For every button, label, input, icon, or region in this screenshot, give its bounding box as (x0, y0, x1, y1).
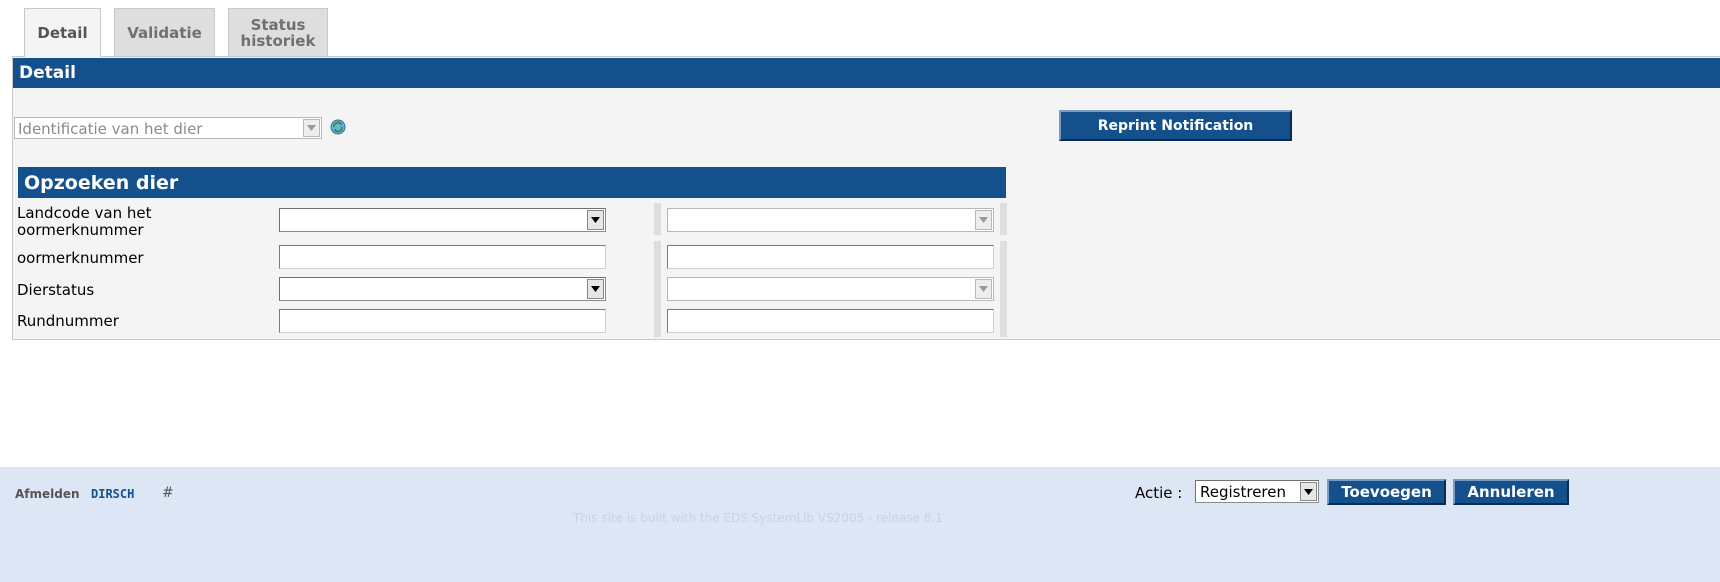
tab-validatie-label: Validatie (127, 23, 202, 42)
oormerknummer-input[interactable] (279, 245, 606, 269)
action-select-value: Registreren (1200, 483, 1287, 501)
recycle-icon[interactable] (329, 118, 347, 136)
tab-validatie[interactable]: Validatie (114, 8, 215, 56)
tab-status-historiek-label: Status historiek (240, 15, 316, 50)
chevron-down-icon (1300, 482, 1317, 501)
chevron-down-icon (975, 210, 992, 230)
range-separator (654, 203, 661, 235)
chevron-down-icon (975, 279, 992, 299)
range-separator (1000, 241, 1007, 273)
oormerknummer-input-to[interactable] (667, 245, 994, 269)
range-separator (654, 273, 661, 305)
tab-detail[interactable]: Detail (24, 8, 101, 57)
dierstatus-select[interactable] (279, 277, 606, 301)
action-label: Actie : (1135, 484, 1183, 502)
rundnummer-input-to[interactable] (667, 309, 994, 333)
reprint-notification-button[interactable]: Reprint Notification (1059, 110, 1292, 141)
chevron-down-icon (587, 279, 604, 299)
landcode-select-to[interactable] (667, 208, 994, 232)
field-label-landcode: Landcode van het oormerknummer (17, 204, 152, 239)
field-label-rundnummer: Rundnummer (17, 312, 119, 330)
credit-text: This site is built with the EDS.SystemLi… (573, 511, 943, 525)
range-separator (1000, 203, 1007, 235)
username[interactable]: DIRSCH (91, 487, 134, 501)
identification-select[interactable]: Identificatie van het dier (14, 117, 322, 139)
tab-status-historiek[interactable]: Status historiek (228, 8, 328, 56)
landcode-select[interactable] (279, 208, 606, 232)
dierstatus-select-to[interactable] (667, 277, 994, 301)
range-separator (1000, 273, 1007, 305)
footer: Afmelden DIRSCH # Actie : Registreren To… (0, 467, 1720, 582)
cancel-button[interactable]: Annuleren (1453, 479, 1569, 505)
field-label-oormerknummer: oormerknummer (17, 249, 144, 267)
range-separator (654, 305, 661, 337)
search-section-title: Opzoeken dier (18, 167, 1006, 198)
logout-link[interactable]: Afmelden (15, 487, 80, 501)
field-label-dierstatus: Dierstatus (17, 281, 95, 299)
add-button[interactable]: Toevoegen (1327, 479, 1446, 505)
identification-select-value: Identificatie van het dier (18, 120, 203, 138)
detail-panel: Detail Identificatie van het dier Reprin… (12, 56, 1720, 340)
range-separator (654, 241, 661, 273)
chevron-down-icon (303, 119, 320, 137)
chevron-down-icon (587, 210, 604, 230)
panel-title: Detail (13, 58, 1720, 88)
hash-link[interactable]: # (162, 485, 174, 501)
rundnummer-input[interactable] (279, 309, 606, 333)
action-select[interactable]: Registreren (1195, 480, 1319, 503)
tab-detail-label: Detail (37, 24, 88, 42)
range-separator (1000, 305, 1007, 337)
